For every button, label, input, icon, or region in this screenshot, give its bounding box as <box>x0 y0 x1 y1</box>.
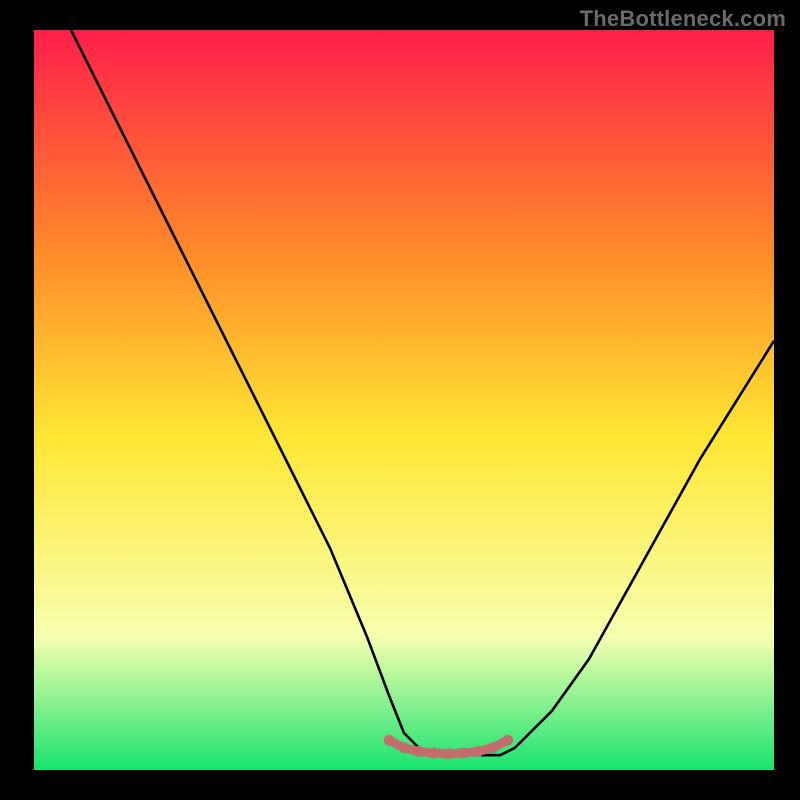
optimal-zone-dot <box>413 746 424 757</box>
optimal-zone-dot <box>399 742 410 753</box>
watermark-text: TheBottleneck.com <box>580 6 786 32</box>
chart-stage: TheBottleneck.com <box>0 0 800 800</box>
optimal-zone-dot <box>384 735 395 746</box>
optimal-zone-dot <box>502 735 513 746</box>
optimal-zone-dot <box>428 748 439 759</box>
optimal-zone-dot <box>443 748 454 759</box>
optimal-zone-dot <box>487 742 498 753</box>
optimal-zone-dot <box>473 746 484 757</box>
plot-background <box>34 30 774 770</box>
optimal-zone-dot <box>458 748 469 759</box>
bottleneck-chart <box>0 0 800 800</box>
